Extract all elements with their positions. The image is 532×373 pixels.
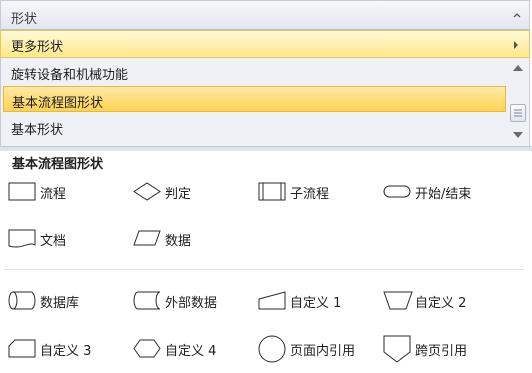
submenu-arrow-icon: [514, 41, 518, 49]
custom-4-icon: [133, 339, 161, 358]
scrollbar-thumb[interactable]: [510, 104, 526, 122]
shape-decision[interactable]: 判定: [133, 178, 253, 206]
database-icon: [8, 291, 36, 310]
shape-database[interactable]: 数据库: [8, 287, 128, 315]
shape-on-page-reference[interactable]: 页面内引用: [258, 333, 378, 363]
shape-custom-4[interactable]: 自定义 4: [133, 335, 253, 363]
stencil-scrollbar[interactable]: [507, 58, 529, 146]
stencil-label: 基本形状: [11, 123, 64, 138]
shape-process[interactable]: 流程: [8, 178, 128, 206]
shape-label: 自定义 4: [165, 344, 217, 359]
shape-label: 自定义 3: [40, 344, 92, 359]
external-data-icon: [133, 291, 161, 310]
shape-label: 自定义 2: [415, 296, 467, 311]
panel-splitter[interactable]: [0, 146, 532, 151]
shape-label: 跨页引用: [415, 344, 468, 359]
stencil-item[interactable]: 旋转设备和机械功能: [3, 59, 506, 85]
shape-label: 自定义 1: [290, 296, 342, 311]
shape-custom-2[interactable]: 自定义 2: [383, 287, 503, 315]
shape-label: 文档: [40, 234, 67, 249]
stencil-list: 旋转设备和机械功能 基本流程图形状 基本形状: [0, 58, 530, 146]
document-icon: [8, 229, 36, 248]
stencil-label: 旋转设备和机械功能: [11, 68, 129, 83]
stencil-item-selected[interactable]: 基本流程图形状: [3, 86, 506, 112]
shape-label: 外部数据: [165, 296, 218, 311]
shape-custom-3[interactable]: 自定义 3: [8, 335, 128, 363]
custom-3-icon: [8, 339, 36, 358]
subprocess-icon: [258, 182, 286, 201]
more-shapes-label: 更多形状: [11, 40, 64, 55]
decision-icon: [133, 182, 161, 201]
shape-label: 页面内引用: [290, 344, 356, 359]
custom-2-icon: [383, 291, 413, 310]
on-page-reference-icon: [258, 335, 286, 363]
shape-external-data[interactable]: 外部数据: [133, 287, 253, 315]
scroll-down-icon[interactable]: [512, 130, 524, 140]
shape-document[interactable]: 文档: [8, 225, 128, 253]
section-title: 基本流程图形状: [12, 157, 104, 172]
collapse-arrow-icon[interactable]: [512, 10, 522, 20]
shape-label: 开始/结束: [415, 187, 472, 202]
shape-label: 数据库: [40, 296, 80, 311]
shape-label: 数据: [165, 234, 192, 249]
section-divider: [4, 269, 524, 270]
scroll-up-icon[interactable]: [512, 63, 524, 73]
stencil-label: 基本流程图形状: [12, 96, 104, 111]
start-end-icon: [383, 185, 411, 198]
shapes-panel-header[interactable]: 形状: [0, 0, 530, 30]
process-icon: [8, 182, 36, 201]
off-page-reference-icon: [383, 335, 411, 363]
shape-subprocess[interactable]: 子流程: [258, 178, 378, 206]
shape-custom-1[interactable]: 自定义 1: [258, 287, 378, 315]
shape-label: 子流程: [290, 187, 330, 202]
custom-1-icon: [258, 291, 286, 310]
panel-title: 形状: [11, 12, 38, 27]
stencil-item[interactable]: 基本形状: [3, 114, 506, 140]
shape-data[interactable]: 数据: [133, 225, 253, 253]
shape-label: 流程: [40, 187, 67, 202]
shape-off-page-reference[interactable]: 跨页引用: [383, 333, 503, 363]
grip-icon: [514, 109, 522, 117]
more-shapes-button[interactable]: 更多形状: [0, 30, 530, 58]
data-icon: [133, 230, 161, 246]
shape-label: 判定: [165, 187, 192, 202]
shape-start-end[interactable]: 开始/结束: [383, 178, 503, 206]
